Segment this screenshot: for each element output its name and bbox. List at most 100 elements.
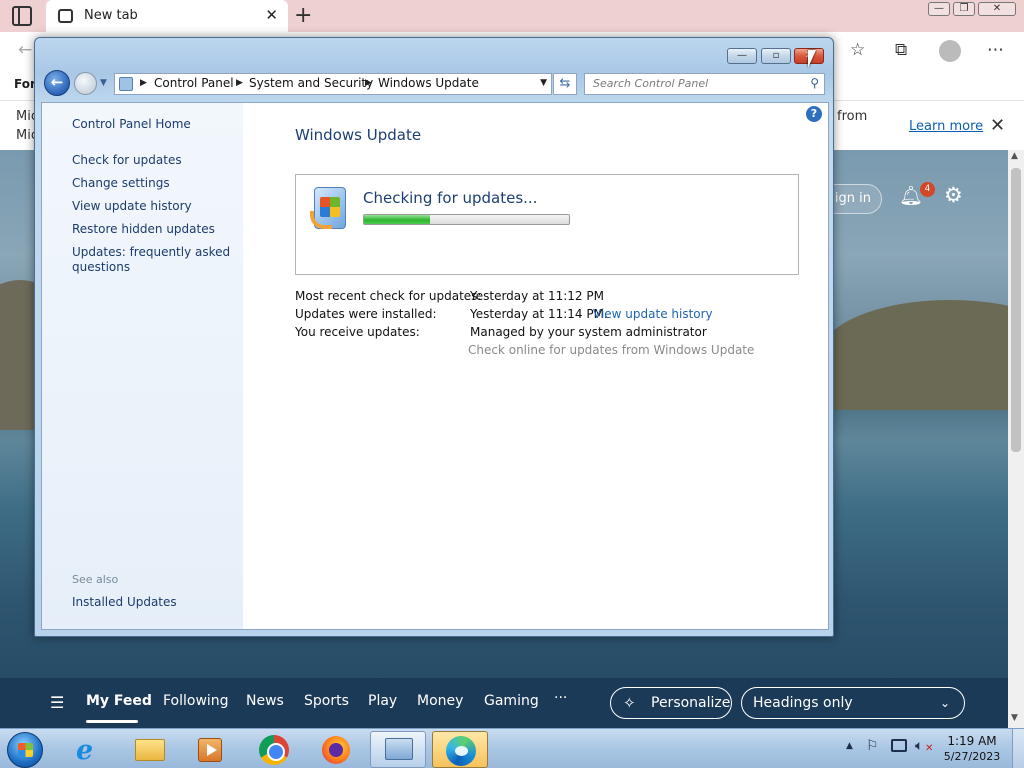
- search-icon[interactable]: ⚲: [810, 76, 819, 90]
- page-title: Windows Update: [295, 126, 422, 144]
- maximize-button[interactable]: ▫: [761, 48, 791, 64]
- control-panel-home-link[interactable]: Control Panel Home: [72, 117, 237, 132]
- change-settings-link[interactable]: Change settings: [72, 176, 237, 191]
- breadcrumb-system-and-security[interactable]: System and Security: [249, 76, 373, 90]
- start-button[interactable]: [7, 732, 43, 768]
- forward-button[interactable]: [74, 72, 97, 95]
- clock-time[interactable]: 1:19 AM: [940, 734, 1004, 748]
- feed-tab-following[interactable]: Following: [163, 693, 229, 709]
- page-settings-gear-icon[interactable]: ⚙: [944, 183, 963, 207]
- check-online-link[interactable]: Check online for updates from Windows Up…: [468, 343, 754, 357]
- back-arrow-icon[interactable]: ←: [18, 40, 32, 60]
- internet-explorer-icon: e: [76, 735, 94, 766]
- feed-more-button[interactable]: ···: [554, 690, 567, 706]
- page-scrollbar-thumb[interactable]: [1011, 168, 1021, 452]
- learn-more-link[interactable]: Learn more: [909, 119, 983, 134]
- restore-hidden-updates-link[interactable]: Restore hidden updates: [72, 222, 237, 237]
- scroll-up-arrow-icon[interactable]: ▲: [1011, 151, 1018, 161]
- tab-new-tab[interactable]: New tab ✕: [46, 0, 288, 32]
- feed-tab-news[interactable]: News: [246, 693, 284, 709]
- background-hill: [820, 300, 1008, 410]
- receive-updates-value: Managed by your system administrator: [470, 325, 707, 339]
- favorites-label[interactable]: For: [14, 77, 36, 91]
- feed-tab-gaming[interactable]: Gaming: [484, 693, 539, 709]
- show-hidden-icons-icon[interactable]: ▲: [846, 741, 853, 751]
- control-panel-icon: [119, 77, 133, 91]
- clock-date[interactable]: 5/27/2023: [940, 750, 1004, 763]
- info-close-icon[interactable]: ✕: [990, 115, 1005, 136]
- breadcrumb-control-panel[interactable]: Control Panel: [154, 76, 234, 90]
- mouse-cursor-icon: [808, 50, 816, 68]
- address-bar[interactable]: ▶ Control Panel ▶ System and Security ▶ …: [114, 73, 552, 95]
- view-update-history-inline-link[interactable]: View update history: [593, 307, 713, 321]
- personalize-button[interactable]: ✧ Personalize: [610, 687, 732, 719]
- taskbar-edge[interactable]: [432, 731, 488, 768]
- check-for-updates-link[interactable]: Check for updates: [72, 153, 237, 168]
- volume-icon[interactable]: 🔈︎: [915, 738, 923, 754]
- favorites-star-icon[interactable]: ☆: [850, 40, 865, 60]
- show-desktop-button[interactable]: [1012, 729, 1024, 768]
- minimize-button[interactable]: —: [727, 48, 757, 64]
- receive-updates-label: You receive updates:: [295, 325, 420, 339]
- taskbar-chrome[interactable]: [246, 731, 302, 768]
- search-input[interactable]: Search Control Panel ⚲: [584, 73, 825, 95]
- control-panel-taskbar-icon: [385, 738, 413, 760]
- update-status-box: Checking for updates...: [295, 174, 799, 275]
- collections-icon[interactable]: ⧉: [895, 40, 907, 60]
- control-panel-window: — ▫ ✕ ← ▼ ▶ Control Panel ▶ System and S…: [34, 37, 834, 637]
- feed-active-indicator: [86, 720, 138, 723]
- windows-update-icon: [310, 187, 350, 233]
- edge-icon: [446, 736, 476, 766]
- new-tab-plus-icon[interactable]: +: [294, 3, 312, 28]
- feed-navigation-bar: ☰ My Feed Following News Sports Play Mon…: [0, 678, 1008, 728]
- firefox-icon: [322, 736, 350, 764]
- scroll-down-arrow-icon[interactable]: ▼: [1011, 713, 1018, 723]
- taskbar-control-panel[interactable]: [370, 731, 426, 768]
- taskbar: e ▲ ⚐ 🔈︎ ✕ 1:19 AM 5/27/2023: [0, 728, 1024, 768]
- browser-minimize-button[interactable]: —: [928, 2, 950, 16]
- more-menu-icon[interactable]: ⋯: [987, 40, 1004, 60]
- left-task-pane: Control Panel Home Check for updates Cha…: [42, 103, 243, 629]
- help-icon[interactable]: ?: [806, 106, 822, 122]
- breadcrumb-separator-icon[interactable]: ▶: [236, 78, 243, 88]
- feed-tab-play[interactable]: Play: [368, 693, 397, 709]
- media-player-icon: [198, 738, 222, 762]
- browser-close-button[interactable]: ✕: [978, 2, 1016, 16]
- recent-check-label: Most recent check for updates:: [295, 289, 482, 303]
- search-placeholder: Search Control Panel: [593, 77, 709, 90]
- browser-restore-button[interactable]: ❐: [953, 2, 975, 16]
- breadcrumb-separator-icon[interactable]: ▶: [140, 78, 147, 88]
- network-icon[interactable]: [891, 739, 907, 752]
- profile-avatar[interactable]: [939, 40, 961, 62]
- address-dropdown-icon[interactable]: ▼: [540, 78, 547, 88]
- updates-faq-link[interactable]: Updates: frequently asked questions: [72, 245, 237, 275]
- taskbar-media-player[interactable]: [182, 731, 238, 768]
- installed-value: Yesterday at 11:14 PM.: [470, 307, 608, 321]
- windows-logo-icon: [18, 743, 33, 757]
- feed-tab-money[interactable]: Money: [417, 693, 463, 709]
- chrome-icon: [259, 735, 289, 765]
- muted-x-icon: ✕: [925, 743, 934, 754]
- layout-dropdown[interactable]: Headings only ⌄: [741, 687, 965, 719]
- tab-close-icon[interactable]: ✕: [265, 6, 278, 24]
- recent-pages-dropdown-icon[interactable]: ▼: [100, 78, 107, 88]
- feed-tab-sports[interactable]: Sports: [304, 693, 349, 709]
- breadcrumb-windows-update[interactable]: Windows Update: [378, 76, 479, 90]
- view-update-history-link[interactable]: View update history: [72, 199, 237, 214]
- action-center-flag-icon[interactable]: ⚐: [866, 738, 879, 754]
- taskbar-internet-explorer[interactable]: e: [62, 731, 118, 768]
- refresh-icon[interactable]: ⇆: [553, 73, 577, 95]
- taskbar-file-explorer[interactable]: [122, 731, 178, 768]
- recent-check-value: Yesterday at 11:12 PM: [470, 289, 604, 303]
- tab-actions-icon[interactable]: [12, 6, 32, 26]
- control-panel-content: Control Panel Home Check for updates Cha…: [41, 102, 829, 630]
- taskbar-firefox[interactable]: [308, 731, 364, 768]
- layout-dropdown-value: Headings only: [753, 695, 853, 711]
- progress-bar-fill: [364, 215, 430, 224]
- back-button[interactable]: ←: [44, 70, 70, 96]
- feed-menu-icon[interactable]: ☰: [50, 693, 64, 712]
- notification-count-badge: 4: [920, 182, 935, 197]
- installed-updates-link[interactable]: Installed Updates: [72, 595, 237, 610]
- feed-tab-my-feed[interactable]: My Feed: [86, 693, 152, 709]
- breadcrumb-separator-icon[interactable]: ▶: [365, 78, 372, 88]
